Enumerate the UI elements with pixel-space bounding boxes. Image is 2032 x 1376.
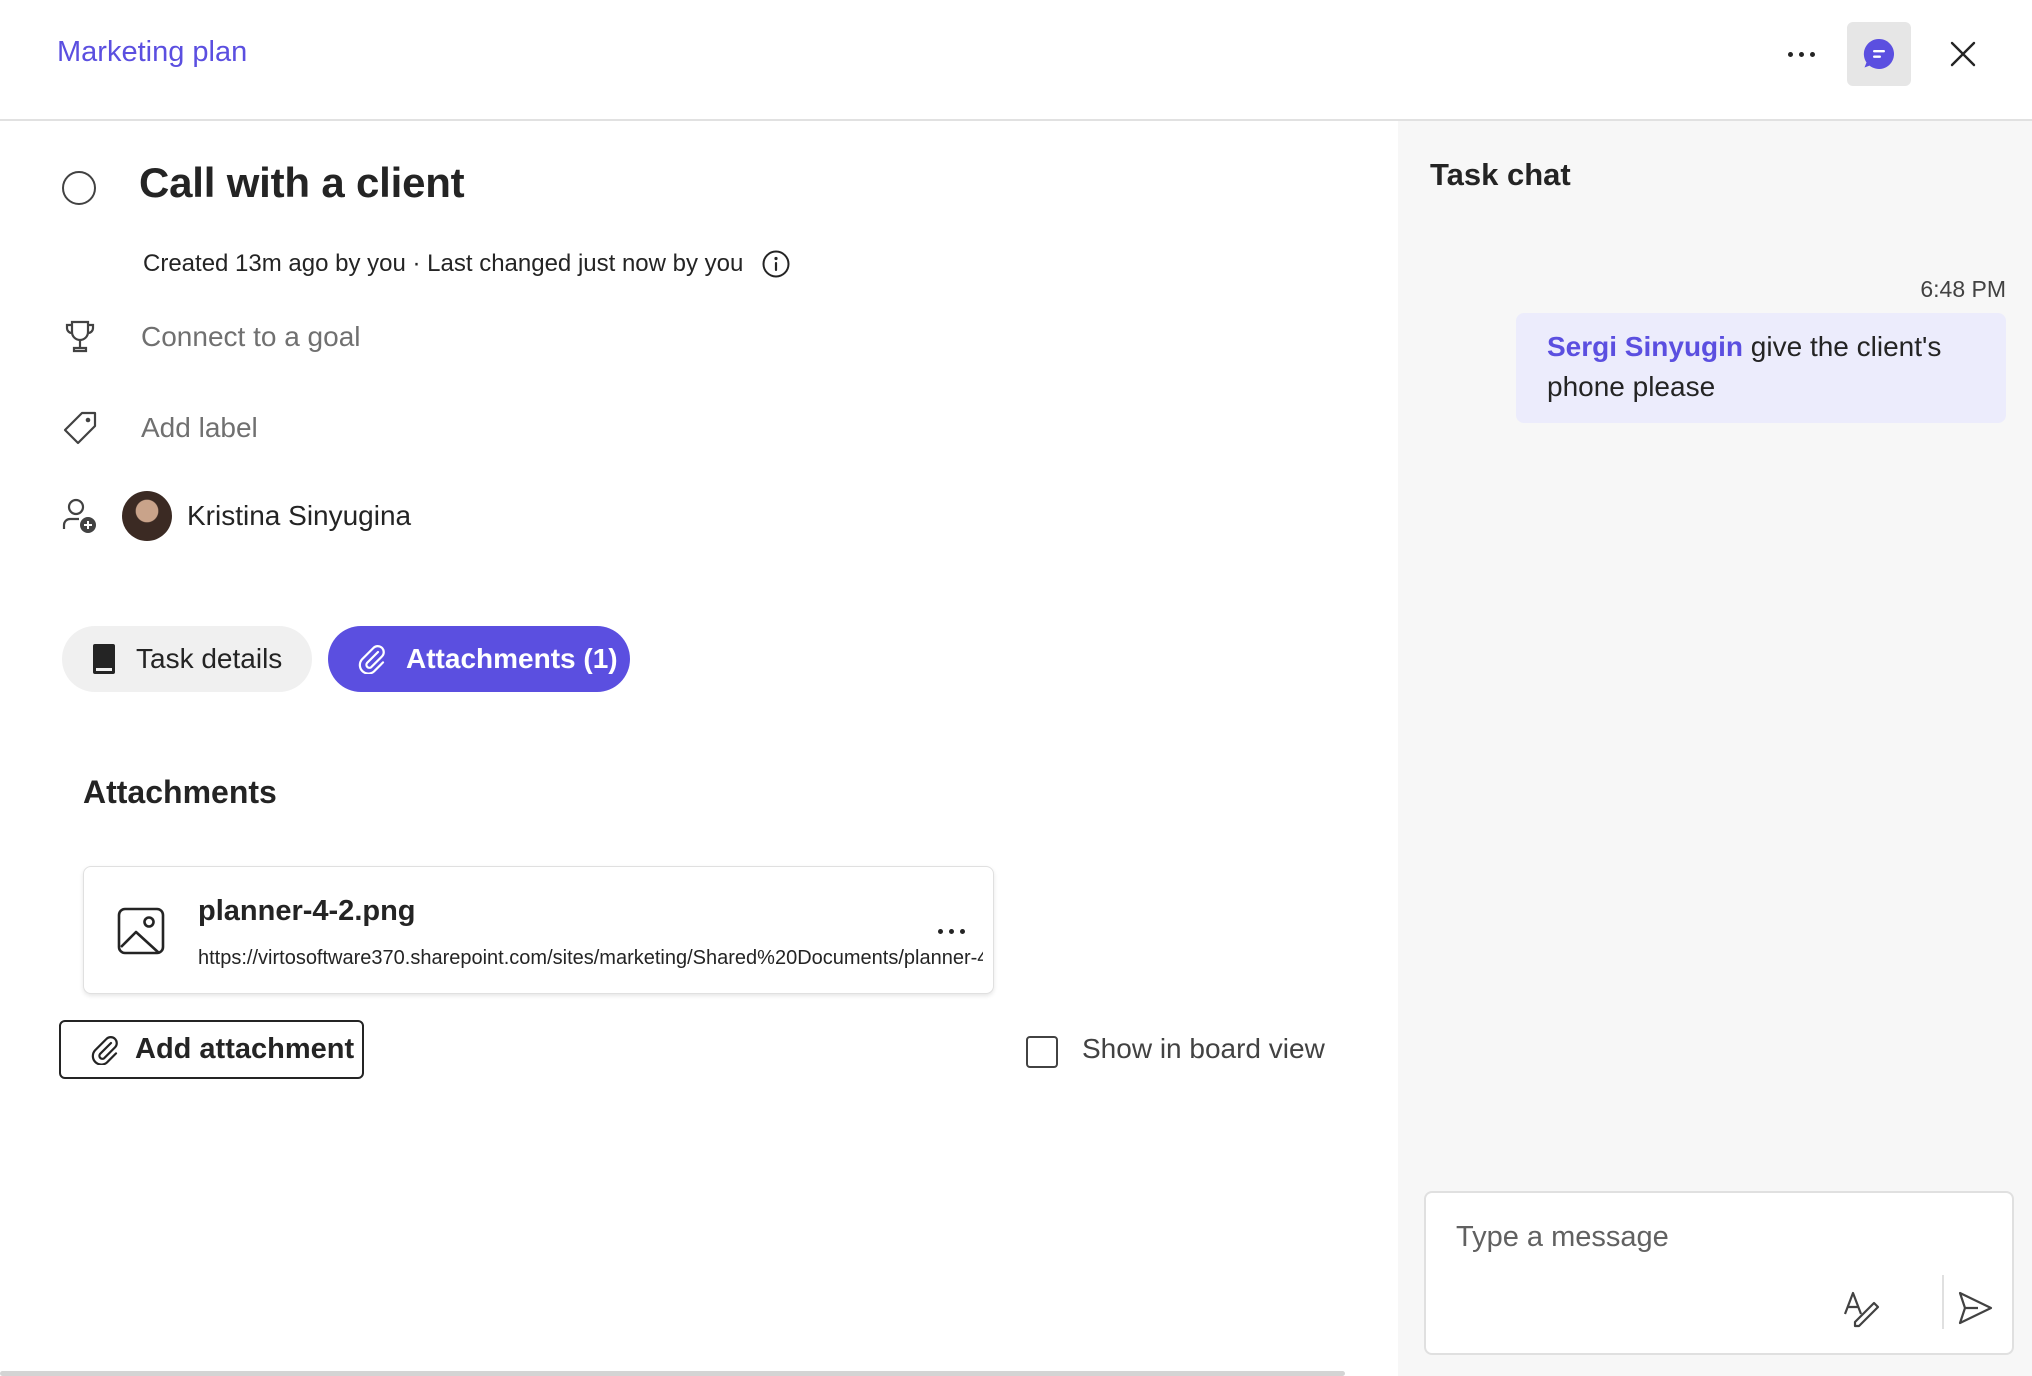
task-meta-text: Created 13m ago by you · Last changed ju… bbox=[143, 250, 744, 277]
add-label-row[interactable]: Add label bbox=[0, 398, 900, 458]
plan-name-link[interactable]: Marketing plan bbox=[57, 36, 247, 69]
paperclip-icon bbox=[356, 644, 386, 674]
add-label-text: Add label bbox=[141, 412, 258, 443]
tab-attachments-label: Attachments (1) bbox=[406, 643, 618, 674]
trophy-icon bbox=[60, 317, 100, 357]
horizontal-scrollbar[interactable] bbox=[0, 1371, 1345, 1376]
task-details-panel: Marketing plan Call with a client Create… bbox=[0, 0, 2032, 1376]
task-main-pane: Call with a client Created 13m ago by yo… bbox=[0, 121, 1398, 1376]
more-horizontal-icon bbox=[1787, 51, 1793, 57]
tab-task-details-label: Task details bbox=[136, 643, 283, 674]
chat-title: Task chat bbox=[1430, 157, 1571, 192]
message-input[interactable] bbox=[1456, 1217, 1976, 1257]
complete-task-checkbox[interactable] bbox=[62, 171, 96, 205]
message-composer bbox=[1424, 1191, 2014, 1355]
tag-icon bbox=[60, 408, 100, 448]
chat-icon bbox=[1863, 38, 1895, 69]
attachment-file-name[interactable]: planner-4-2.png bbox=[198, 895, 416, 928]
toggle-chat-button[interactable] bbox=[1847, 22, 1911, 86]
show-in-board-checkbox[interactable] bbox=[1026, 1036, 1058, 1068]
panel-header: Marketing plan bbox=[0, 0, 2032, 121]
send-button[interactable] bbox=[1950, 1283, 2000, 1333]
close-icon bbox=[1950, 41, 1976, 67]
show-in-board-label: Show in board view bbox=[1082, 1033, 1325, 1064]
image-file-icon bbox=[115, 905, 167, 957]
format-button[interactable] bbox=[1836, 1283, 1886, 1333]
message-mention[interactable]: Sergi Sinyugin bbox=[1547, 331, 1743, 362]
add-attachment-button[interactable]: Add attachment bbox=[59, 1020, 364, 1079]
add-person-icon[interactable] bbox=[60, 496, 100, 536]
assignee-name: Kristina Sinyugina bbox=[187, 500, 412, 531]
attachments-section-title: Attachments bbox=[83, 774, 277, 810]
add-attachment-label: Add attachment bbox=[135, 1033, 355, 1065]
composer-divider bbox=[1942, 1275, 1944, 1329]
notebook-icon bbox=[90, 642, 118, 676]
more-horizontal-icon bbox=[937, 928, 943, 934]
more-options-button[interactable] bbox=[1777, 30, 1825, 78]
task-title[interactable]: Call with a client bbox=[139, 159, 465, 207]
avatar[interactable] bbox=[122, 491, 172, 541]
attachment-card[interactable]: planner-4-2.png https://virtosoftware370… bbox=[83, 866, 994, 994]
close-button[interactable] bbox=[1939, 30, 1987, 78]
attachment-url[interactable]: https://virtosoftware370.sharepoint.com/… bbox=[198, 947, 983, 970]
message-timestamp: 6:48 PM bbox=[1920, 276, 2006, 302]
connect-goal-text: Connect to a goal bbox=[141, 321, 361, 352]
format-text-icon bbox=[1843, 1291, 1880, 1328]
chat-message[interactable]: Sergi Sinyugin give the client's phone p… bbox=[1516, 313, 2006, 423]
attachment-more-button[interactable] bbox=[927, 907, 975, 955]
info-icon[interactable] bbox=[761, 249, 791, 279]
paperclip-icon bbox=[89, 1035, 119, 1065]
task-chat-pane: Task chat 6:48 PM Sergi Sinyugin give th… bbox=[1398, 121, 2032, 1376]
assignee-row: Kristina Sinyugina bbox=[0, 486, 900, 546]
connect-goal-row[interactable]: Connect to a goal bbox=[0, 307, 900, 367]
tab-task-details[interactable]: Task details bbox=[62, 626, 312, 692]
tab-attachments[interactable]: Attachments (1) bbox=[328, 626, 630, 692]
task-meta: Created 13m ago by you · Last changed ju… bbox=[143, 249, 791, 279]
send-icon bbox=[1958, 1291, 1993, 1325]
